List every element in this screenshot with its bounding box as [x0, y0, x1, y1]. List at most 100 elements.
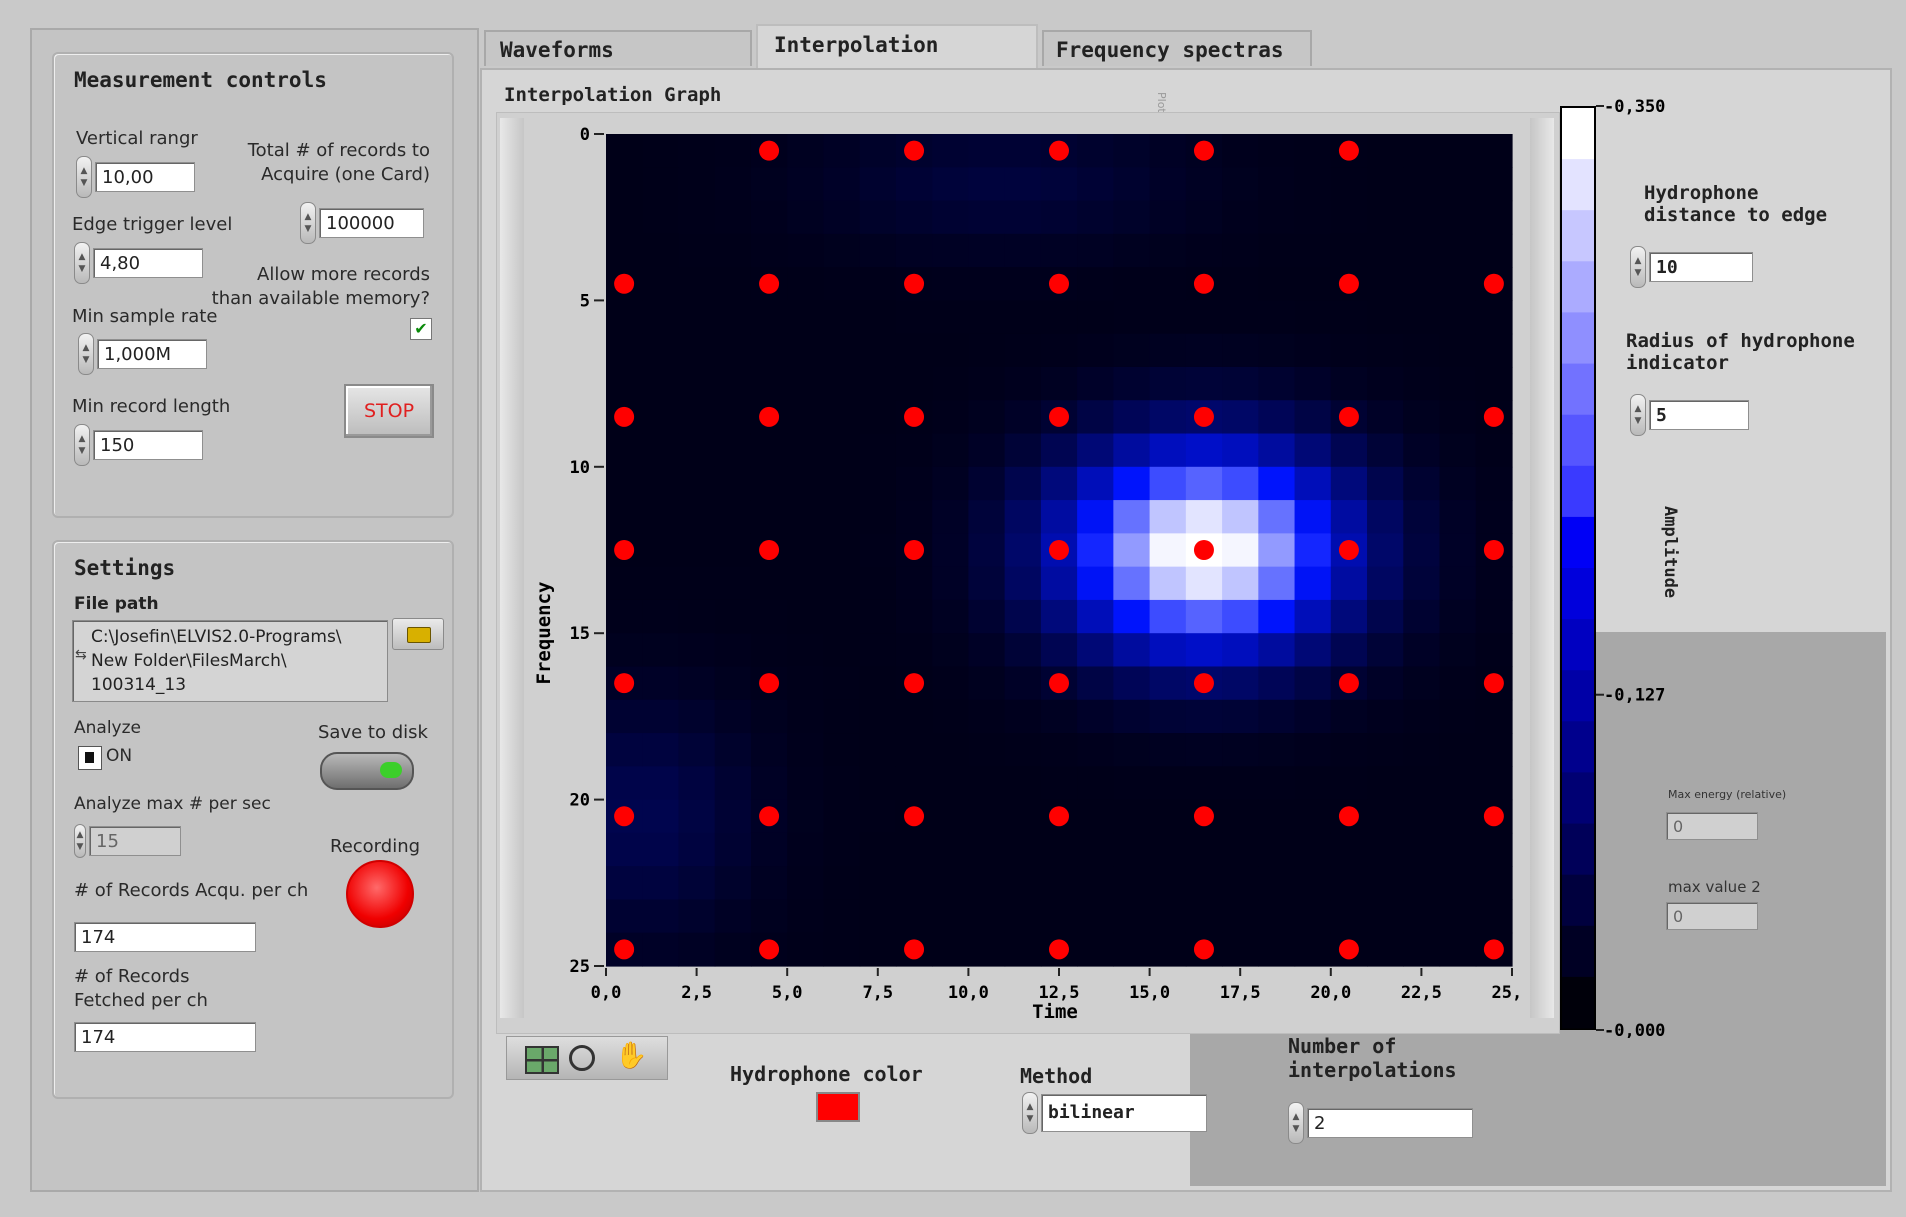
heatmap-cell — [932, 832, 969, 867]
hydrophone-marker — [904, 540, 925, 560]
method-control[interactable]: ▲ ▼ bilinear — [1022, 1092, 1207, 1134]
num-interpolations-spinner[interactable]: ▲ ▼ — [1288, 1102, 1304, 1144]
heatmap-cell — [787, 300, 825, 335]
min-sample-rate-input[interactable]: 1,000M — [97, 339, 207, 369]
hydrophone-distance-spinner[interactable]: ▲ ▼ — [1630, 246, 1646, 288]
tab-interpolation[interactable]: Interpolation — [756, 24, 1038, 70]
heatmap-cell — [859, 832, 897, 867]
browse-folder-button[interactable] — [392, 618, 444, 650]
min-sample-rate-control[interactable]: ▲ ▼ 1,000M — [78, 333, 207, 375]
heatmap-cell — [606, 633, 643, 668]
analyze-max-input[interactable]: 15 — [89, 826, 181, 856]
heatmap-cell — [968, 433, 1006, 468]
heatmap-cell — [823, 699, 861, 734]
heatmap-cell — [678, 799, 716, 834]
allow-more-checkbox[interactable]: ✔ — [410, 318, 432, 340]
heatmap-cell — [823, 799, 861, 834]
zoom-grid-icon[interactable] — [525, 1046, 559, 1074]
heatmap-cell — [1149, 666, 1187, 701]
min-record-length-control[interactable]: ▲ ▼ 150 — [74, 424, 203, 466]
heatmap-cell — [823, 533, 861, 568]
heatmap-cell — [750, 599, 788, 634]
edge-trigger-spinner[interactable]: ▲ ▼ — [74, 242, 90, 284]
x-tick-label: 0,0 — [591, 983, 622, 1003]
heatmap-cell — [642, 733, 680, 767]
method-spinner[interactable]: ▲ ▼ — [1022, 1092, 1038, 1134]
analyze-max-control[interactable]: ▲ ▼ 15 — [74, 824, 181, 858]
heatmap-cell — [859, 333, 897, 368]
heatmap-cell — [1258, 566, 1296, 601]
stop-button[interactable]: STOP — [344, 384, 434, 438]
radius-input[interactable]: 5 — [1649, 400, 1749, 430]
total-records-control[interactable]: ▲ ▼ 100000 — [300, 202, 424, 244]
heatmap-cell — [787, 366, 825, 401]
heatmap-cell — [1185, 566, 1223, 601]
hydrophone-marker — [904, 673, 925, 694]
heatmap-cell — [859, 799, 897, 834]
heatmap-cell — [932, 366, 969, 401]
edge-trigger-control[interactable]: ▲ ▼ 4,80 — [74, 242, 203, 284]
heatmap-cell — [1403, 699, 1441, 734]
heatmap-cell — [1330, 599, 1368, 634]
hydrophone-marker — [1193, 806, 1214, 827]
heatmap-cell — [1403, 666, 1441, 701]
num-interpolations-input[interactable]: 2 — [1307, 1108, 1473, 1138]
file-path-field[interactable]: ⇆ C:\Josefin\ELVIS2.0-Programs\ New Fold… — [72, 620, 388, 702]
hydrophone-marker — [1483, 939, 1504, 960]
heatmap-cell — [642, 333, 680, 368]
analyze-max-spinner[interactable]: ▲ ▼ — [74, 824, 86, 858]
interpolation-graph[interactable]: 0 5 10 15 20 25 0,0 2,5 5,0 7,5 10,0 12,5 15,0 17,5 2… — [520, 118, 1520, 1028]
heatmap-cell — [1004, 866, 1042, 901]
edge-trigger-input[interactable]: 4,80 — [93, 248, 203, 278]
heatmap-cell — [968, 866, 1006, 901]
heatmap-cell — [1077, 366, 1114, 401]
radius-control[interactable]: ▲ ▼ 5 — [1630, 394, 1749, 436]
heatmap-cell — [1222, 300, 1259, 335]
heatmap-cell — [1113, 134, 1151, 168]
min-record-length-input[interactable]: 150 — [93, 430, 203, 460]
num-interpolations-control[interactable]: ▲ ▼ 2 — [1288, 1102, 1473, 1144]
min-sample-rate-spinner[interactable]: ▲ ▼ — [78, 333, 94, 375]
tab-waveforms[interactable]: Waveforms — [484, 30, 752, 66]
pan-hand-icon[interactable]: ✋ — [615, 1041, 647, 1071]
graph-palette[interactable]: ✋ — [506, 1036, 668, 1080]
heatmap-cell — [1004, 267, 1042, 301]
heatmap-cell — [1077, 200, 1114, 235]
heatmap-cell — [1004, 400, 1042, 435]
radius-label-2: indicator — [1626, 352, 1729, 374]
heatmap-cell — [750, 300, 788, 335]
heatmap-cell — [1077, 267, 1114, 301]
vertical-range-input[interactable]: 10,00 — [95, 162, 195, 192]
heatmap-cell — [678, 233, 716, 268]
heatmap-cell — [642, 666, 680, 701]
total-records-spinner[interactable]: ▲ ▼ — [300, 202, 316, 244]
zoom-magnifier-icon[interactable] — [569, 1045, 595, 1071]
heatmap-cell — [1113, 566, 1151, 601]
hydrophone-distance-input[interactable]: 10 — [1649, 252, 1753, 282]
heatmap-cell — [1222, 699, 1259, 734]
hydrophone-distance-control[interactable]: ▲ ▼ 10 — [1630, 246, 1753, 288]
heatmap-cell — [823, 366, 861, 401]
heatmap-cell — [678, 899, 716, 934]
heatmap-cell — [1403, 366, 1441, 401]
save-to-disk-switch[interactable] — [320, 752, 414, 790]
heatmap-cell — [1222, 400, 1259, 435]
heatmap-cell — [1258, 832, 1296, 867]
min-record-length-spinner[interactable]: ▲ ▼ — [74, 424, 90, 466]
tab-frequency-spectras[interactable]: Frequency spectras — [1042, 30, 1312, 66]
hydrophone-color-swatch[interactable] — [816, 1092, 860, 1122]
radius-spinner[interactable]: ▲ ▼ — [1630, 394, 1646, 436]
colorbar-ticks: -0,350 -0,127 -0,000 — [1596, 98, 1665, 1038]
heatmap-cell — [678, 400, 716, 435]
total-records-input[interactable]: 100000 — [319, 208, 424, 238]
method-value[interactable]: bilinear — [1041, 1094, 1207, 1132]
analyze-toggle[interactable] — [78, 746, 102, 770]
heatmap-cell — [1258, 366, 1296, 401]
heatmap-cell — [642, 300, 680, 335]
heatmap-cell — [642, 533, 680, 568]
heatmap-cell — [642, 134, 680, 168]
vertical-range-control[interactable]: ▲ ▼ 10,00 — [76, 156, 195, 198]
heatmap-cell — [1367, 599, 1404, 634]
vertical-range-spinner[interactable]: ▲ ▼ — [76, 156, 92, 198]
heatmap-cell — [1294, 500, 1332, 534]
